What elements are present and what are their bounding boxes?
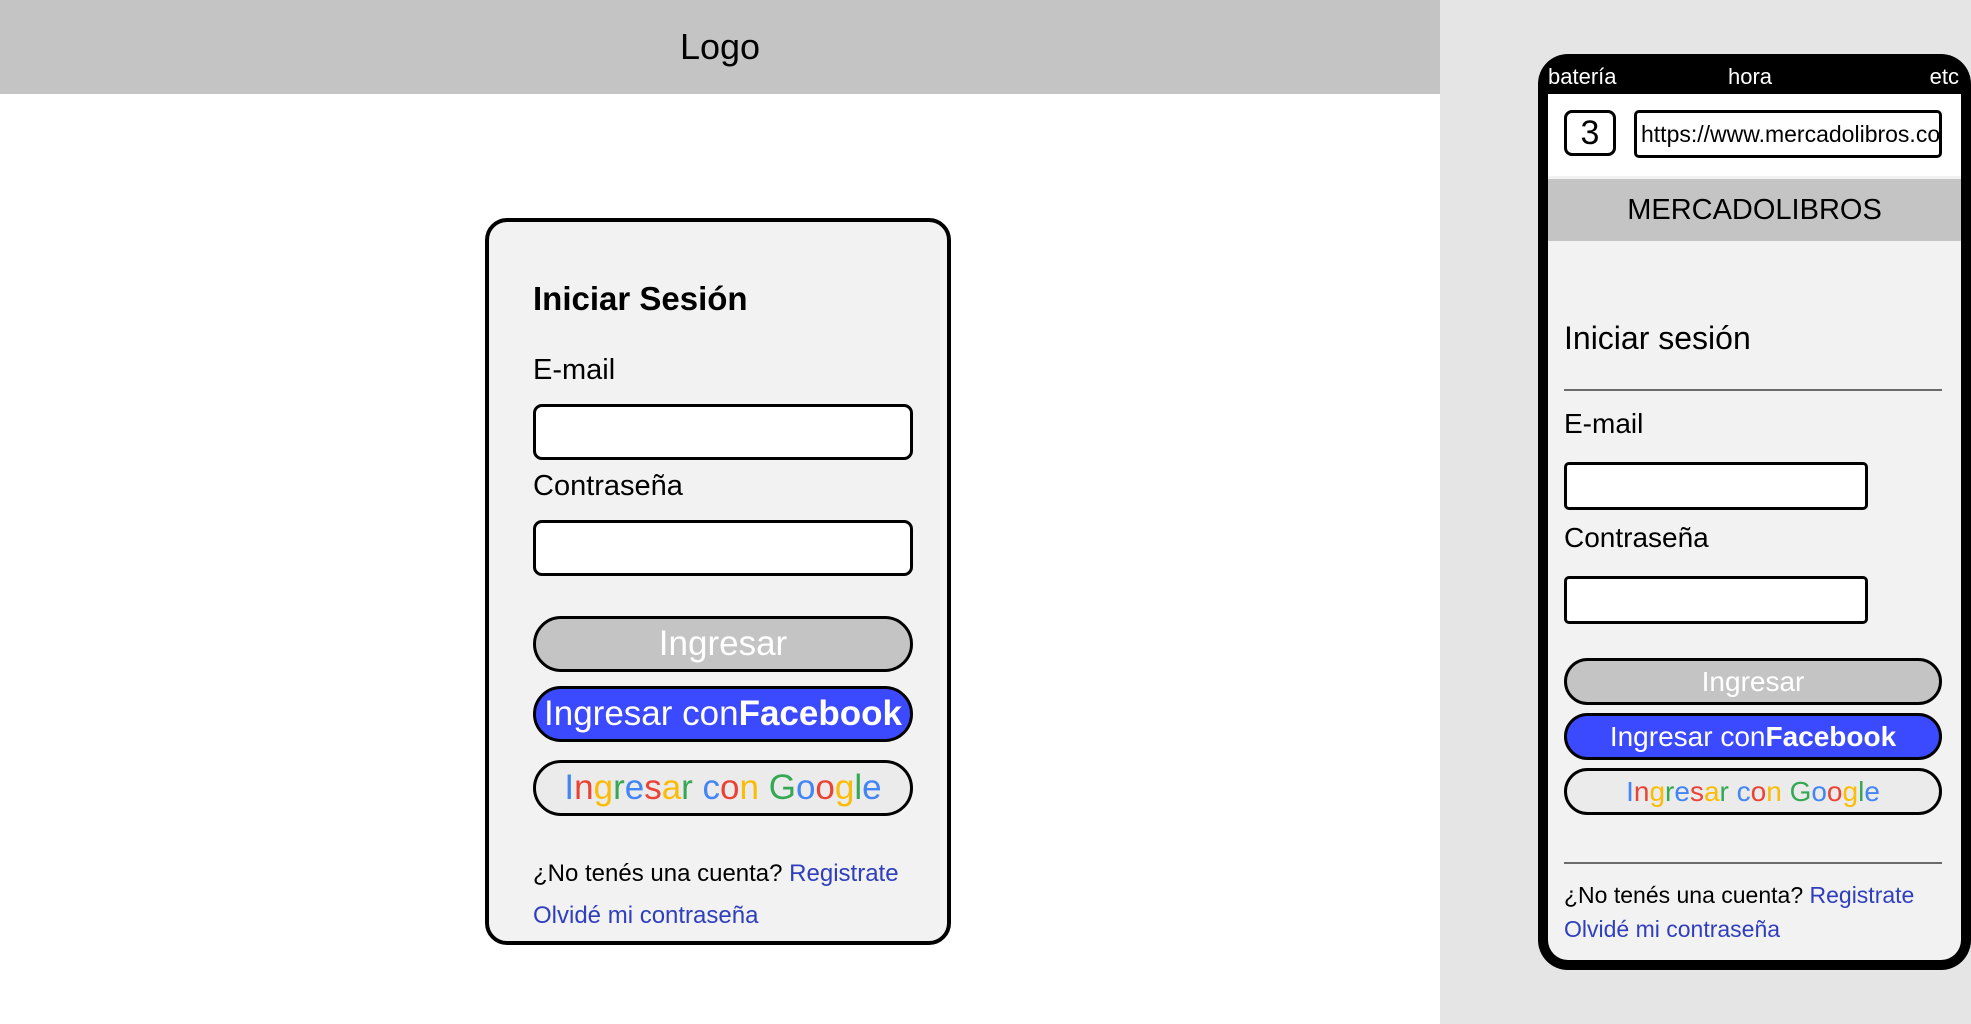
mobile-login-title: Iniciar sesión [1564,320,1751,356]
mobile-facebook-prefix: Ingresar con [1609,720,1766,752]
facebook-login-button[interactable]: Ingresar con Facebook [533,686,913,742]
status-battery: batería [1548,64,1617,89]
register-prompt: ¿No tenés una cuenta? Registrate [533,860,899,888]
phone-frame: batería hora etc 3 https://www.mercadoli… [1538,54,1971,970]
browser-bar: 3 https://www.mercadolibros.com [1548,94,1961,176]
mobile-password-label: Contraseña [1564,522,1709,553]
mobile-register-link[interactable]: Registrate [1810,882,1915,908]
mobile-email-input[interactable] [1564,462,1868,510]
mobile-site-header: MERCADOLIBROS [1548,179,1961,241]
mobile-register-prompt: ¿No tenés una cuenta? Registrate [1564,882,1914,909]
password-label: Contraseña [533,470,683,502]
phone-screen: 3 https://www.mercadolibros.com MERCADOL… [1548,94,1961,960]
mobile-email-label: E-mail [1564,408,1644,439]
status-etc: etc [1929,64,1959,89]
status-time: hora [1728,64,1773,89]
no-account-text: ¿No tenés una cuenta? [533,860,790,887]
email-label: E-mail [533,354,616,386]
site-header: Logo [0,0,1440,94]
mobile-facebook-brand: Facebook [1765,720,1897,752]
email-input[interactable] [533,404,913,460]
mobile-forgot-password-link[interactable]: Olvidé mi contraseña [1564,916,1780,943]
url-input[interactable]: https://www.mercadolibros.com [1634,110,1942,158]
login-card: Iniciar Sesión E-mail Contraseña Ingresa… [485,218,951,945]
google-login-button[interactable]: Ingresar con Google [533,760,913,816]
facebook-brand: Facebook [738,694,902,733]
mobile-google-login-button[interactable]: Ingresar con Google [1564,768,1942,815]
tab-count-button[interactable]: 3 [1564,110,1616,156]
facebook-button-prefix: Ingresar con [544,694,739,733]
login-title: Iniciar Sesión [533,280,748,317]
google-button-label: Ingresar con Google [564,768,882,807]
login-button[interactable]: Ingresar [533,616,913,672]
logo[interactable]: Logo [680,26,760,68]
desktop-view: Logo Iniciar Sesión E-mail Contraseña In… [0,0,1440,1024]
mobile-login-button[interactable]: Ingresar [1564,658,1942,705]
password-input[interactable] [533,520,913,576]
forgot-password-link[interactable]: Olvidé mi contraseña [533,902,758,930]
register-link[interactable]: Registrate [789,860,898,887]
divider [1564,862,1942,864]
mobile-facebook-login-button[interactable]: Ingresar con Facebook [1564,713,1942,760]
mobile-password-input[interactable] [1564,576,1868,624]
mobile-google-button-label: Ingresar con Google [1626,775,1880,807]
mobile-no-account-text: ¿No tenés una cuenta? [1564,882,1810,908]
divider [1564,389,1942,391]
mobile-site-title[interactable]: MERCADOLIBROS [1627,194,1882,227]
